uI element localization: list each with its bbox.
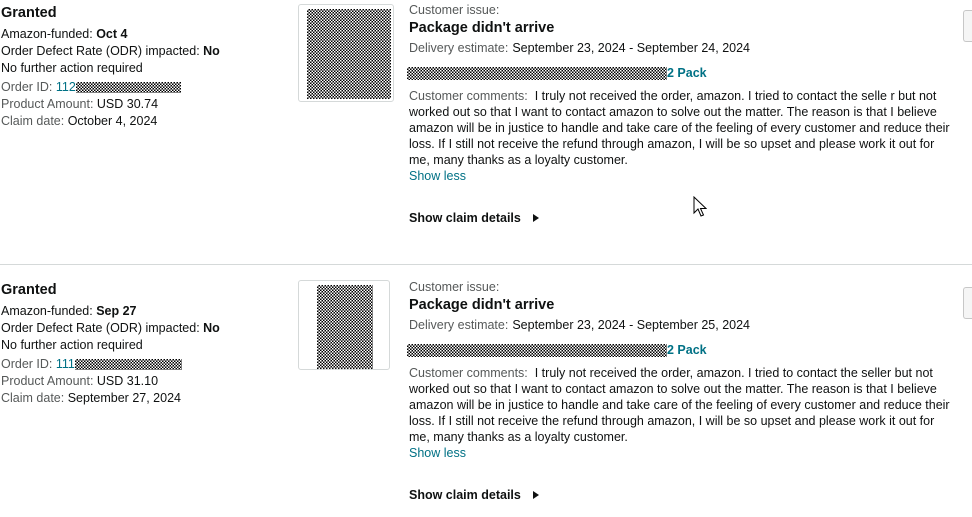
order-id-link[interactable]: 111: [56, 357, 182, 371]
claim-summary: Granted Amazon-funded: Sep 27 Order Defe…: [1, 281, 291, 407]
odr-value: No: [203, 44, 220, 58]
funded-row: Amazon-funded: Oct 4: [1, 27, 128, 41]
show-claim-details-button[interactable]: Show claim details: [409, 210, 954, 226]
amount-row: Product Amount: USD 31.10: [1, 374, 159, 388]
divider: [0, 264, 972, 265]
claim-date-row: Claim date: September 27, 2024: [1, 391, 181, 405]
claim-date-row: Claim date: October 4, 2024: [1, 114, 158, 128]
mouse-pointer-icon: [693, 196, 707, 217]
product-title-link[interactable]: 2 Pack: [407, 341, 954, 357]
redacted-order-id: [74, 359, 182, 371]
triangle-right-icon: [532, 491, 539, 499]
claim-status: Granted: [1, 5, 57, 21]
claim-card: Granted Amazon-funded: Sep 27 Order Defe…: [0, 270, 972, 517]
side-action-button[interactable]: [963, 10, 972, 42]
delivery-estimate: Delivery estimate: September 23, 2024 - S…: [409, 41, 751, 55]
issue-label: Customer issue:: [409, 280, 500, 294]
delivery-value: September 23, 2024 - September 24, 2024: [512, 41, 751, 55]
product-image[interactable]: [298, 280, 390, 370]
delivery-estimate: Delivery estimate: September 23, 2024 - S…: [409, 318, 751, 332]
product-suffix: 2 Pack: [667, 66, 707, 80]
order-id-row: Order ID: 111: [1, 356, 291, 373]
claim-details: Customer issue: Package didn't arrive De…: [407, 2, 954, 226]
claim-card: Granted Amazon-funded: Oct 4 Order Defec…: [0, 0, 972, 264]
product-suffix: 2 Pack: [667, 343, 707, 357]
show-claim-details-button[interactable]: Show claim details: [409, 487, 954, 503]
redacted-image: [317, 285, 373, 369]
funded-value: Oct 4: [96, 27, 128, 41]
issue-title: Package didn't arrive: [409, 297, 555, 313]
order-id-row: Order ID: 112: [1, 79, 291, 96]
odr-row: Order Defect Rate (ODR) impacted: No: [1, 321, 220, 335]
funded-value: Sep 27: [96, 304, 137, 318]
delivery-value: September 23, 2024 - September 25, 2024: [512, 318, 751, 332]
redacted-product-name: [407, 67, 667, 80]
action-text: No further action required: [1, 338, 143, 352]
show-less-link[interactable]: Show less: [409, 168, 954, 184]
claim-date-value: October 4, 2024: [67, 114, 158, 128]
customer-comments: Customer comments: I truly not received …: [409, 89, 950, 167]
issue-label: Customer issue:: [409, 3, 500, 17]
order-id-link[interactable]: 112: [56, 80, 181, 94]
claim-status: Granted: [1, 282, 57, 298]
amount-row: Product Amount: USD 30.74: [1, 97, 159, 111]
redacted-image: [307, 9, 391, 99]
redacted-order-id: [75, 82, 181, 94]
amount-value: USD 31.10: [96, 374, 159, 388]
customer-comments: Customer comments: I truly not received …: [409, 366, 950, 444]
side-action-button[interactable]: [963, 287, 972, 319]
product-title-link[interactable]: 2 Pack: [407, 64, 954, 80]
amount-value: USD 30.74: [96, 97, 159, 111]
odr-value: No: [203, 321, 220, 335]
issue-title: Package didn't arrive: [409, 20, 555, 36]
action-text: No further action required: [1, 61, 143, 75]
show-less-link[interactable]: Show less: [409, 445, 954, 461]
claim-details: Customer issue: Package didn't arrive De…: [407, 279, 954, 503]
product-image[interactable]: [298, 4, 394, 102]
redacted-product-name: [407, 344, 667, 357]
claim-summary: Granted Amazon-funded: Oct 4 Order Defec…: [1, 4, 291, 130]
claim-date-value: September 27, 2024: [67, 391, 181, 405]
funded-row: Amazon-funded: Sep 27: [1, 304, 137, 318]
triangle-right-icon: [532, 214, 539, 222]
odr-row: Order Defect Rate (ODR) impacted: No: [1, 44, 220, 58]
